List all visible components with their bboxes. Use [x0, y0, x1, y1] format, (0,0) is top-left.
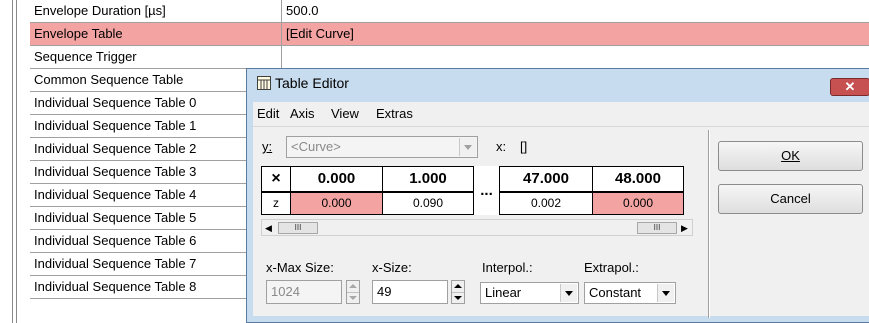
z-row-label: z	[261, 191, 291, 215]
horizontal-scrollbar[interactable]: ◀ III III ▶	[261, 219, 693, 236]
close-icon: ✕	[844, 79, 856, 94]
y-label: y:	[262, 139, 273, 154]
menu-bar: Edit Axis View Extras	[253, 102, 869, 127]
vertical-divider-highlight	[709, 130, 710, 318]
xsize-stepper[interactable]	[451, 280, 465, 304]
table-corner: ×	[261, 166, 291, 193]
tree-guide-line-2	[16, 0, 17, 323]
grid-row-name: Envelope Table	[30, 23, 282, 45]
x-header-cell[interactable]: 0.000	[290, 166, 383, 193]
scroll-right-icon[interactable]: ▶	[681, 220, 688, 236]
chevron-down-icon[interactable]	[560, 284, 577, 302]
menu-edit[interactable]: Edit	[257, 102, 279, 126]
xsize-field[interactable]: 49	[372, 280, 448, 304]
ok-button[interactable]: OK	[718, 141, 863, 171]
grid-row-name: Individual Sequence Table 3	[30, 161, 282, 183]
grid-row-name: Envelope Duration [µs]	[30, 0, 282, 22]
close-button[interactable]: ✕	[830, 78, 869, 96]
y-curve-combo[interactable]: <Curve>	[286, 136, 478, 158]
xsize-label: x-Size:	[372, 260, 412, 275]
spin-up-icon[interactable]	[452, 281, 464, 292]
x-header-cell[interactable]: 1.000	[382, 166, 474, 193]
grid-row-name: Individual Sequence Table 1	[30, 115, 282, 137]
grid-row-envelope-table[interactable]: Envelope Table [Edit Curve]	[30, 23, 869, 46]
grid-row-name: Sequence Trigger	[30, 46, 282, 68]
grid-row-name: Individual Sequence Table 2	[30, 138, 282, 160]
grid-row-value[interactable]: 500.0	[282, 0, 319, 22]
grid-row-envelope-duration[interactable]: Envelope Duration [µs] 500.0	[30, 0, 869, 23]
data-table: × 0.000 1.000 ... 47.000 48.000 z 0.000 …	[261, 166, 684, 215]
menu-extras[interactable]: Extras	[376, 102, 413, 126]
grid-row-name: Individual Sequence Table 6	[30, 230, 282, 252]
dialog-title: Table Editor	[275, 75, 349, 91]
z-value-cell[interactable]: 0.090	[382, 191, 474, 215]
grid-row-name: Individual Sequence Table 5	[30, 207, 282, 229]
x-header-cell[interactable]: 48.000	[592, 166, 684, 193]
scroll-left-icon[interactable]: ◀	[265, 220, 272, 236]
z-value-cell[interactable]: 0.000	[290, 191, 383, 215]
scroll-thumb-left[interactable]: III	[278, 222, 318, 234]
table-editor-icon	[257, 76, 271, 90]
chevron-down-icon[interactable]	[459, 138, 476, 156]
cancel-button[interactable]: Cancel	[718, 184, 863, 214]
grid-row-name: Common Sequence Table	[30, 69, 282, 91]
chevron-down-icon[interactable]	[657, 284, 674, 302]
xmax-size-stepper	[346, 280, 360, 304]
x-header-cell[interactable]: 47.000	[499, 166, 593, 193]
dialog-title-bar[interactable]: Table Editor ✕	[247, 69, 869, 97]
z-value-cell[interactable]: 0.002	[499, 191, 593, 215]
ellipsis-separator: ...	[473, 166, 500, 215]
extrapol-select[interactable]: Constant	[584, 282, 676, 304]
ok-button-label: OK	[781, 148, 800, 163]
spin-down-icon[interactable]	[452, 292, 464, 304]
extrapol-value: Constant	[589, 285, 642, 300]
grid-row-name: Individual Sequence Table 8	[30, 276, 282, 298]
interpol-value: Linear	[485, 285, 522, 300]
interpol-select[interactable]: Linear	[480, 282, 579, 304]
xmax-size-label: x-Max Size:	[266, 260, 334, 275]
grid-row-name: Individual Sequence Table 7	[30, 253, 282, 275]
x-label: x:	[496, 139, 507, 154]
grid-row-sequence-trigger[interactable]: Sequence Trigger	[30, 46, 869, 69]
grid-row-name: Individual Sequence Table 0	[30, 92, 282, 114]
spin-up-icon	[347, 281, 359, 292]
menu-view[interactable]: View	[331, 102, 359, 126]
scroll-thumb-right[interactable]: III	[637, 222, 677, 234]
z-value-cell[interactable]: 0.000	[592, 191, 684, 215]
spin-down-icon	[347, 292, 359, 304]
x-value-box: []	[520, 139, 528, 154]
tree-guide-line-1	[12, 0, 13, 323]
xmax-size-field: 1024	[266, 280, 342, 304]
grid-row-value[interactable]: [Edit Curve]	[282, 23, 869, 45]
interpol-label: Interpol.:	[482, 260, 533, 275]
extrapol-label: Extrapol.:	[584, 260, 639, 275]
grid-row-name: Individual Sequence Table 4	[30, 184, 282, 206]
menu-axis[interactable]: Axis	[290, 102, 315, 126]
cancel-button-label: Cancel	[770, 191, 811, 206]
dialog-client-area: Edit Axis View Extras y: <Curve> x: [] ×…	[253, 102, 869, 318]
table-editor-dialog: Table Editor ✕ Edit Axis View Extras y: …	[246, 68, 869, 323]
y-curve-value: <Curve>	[291, 139, 341, 154]
